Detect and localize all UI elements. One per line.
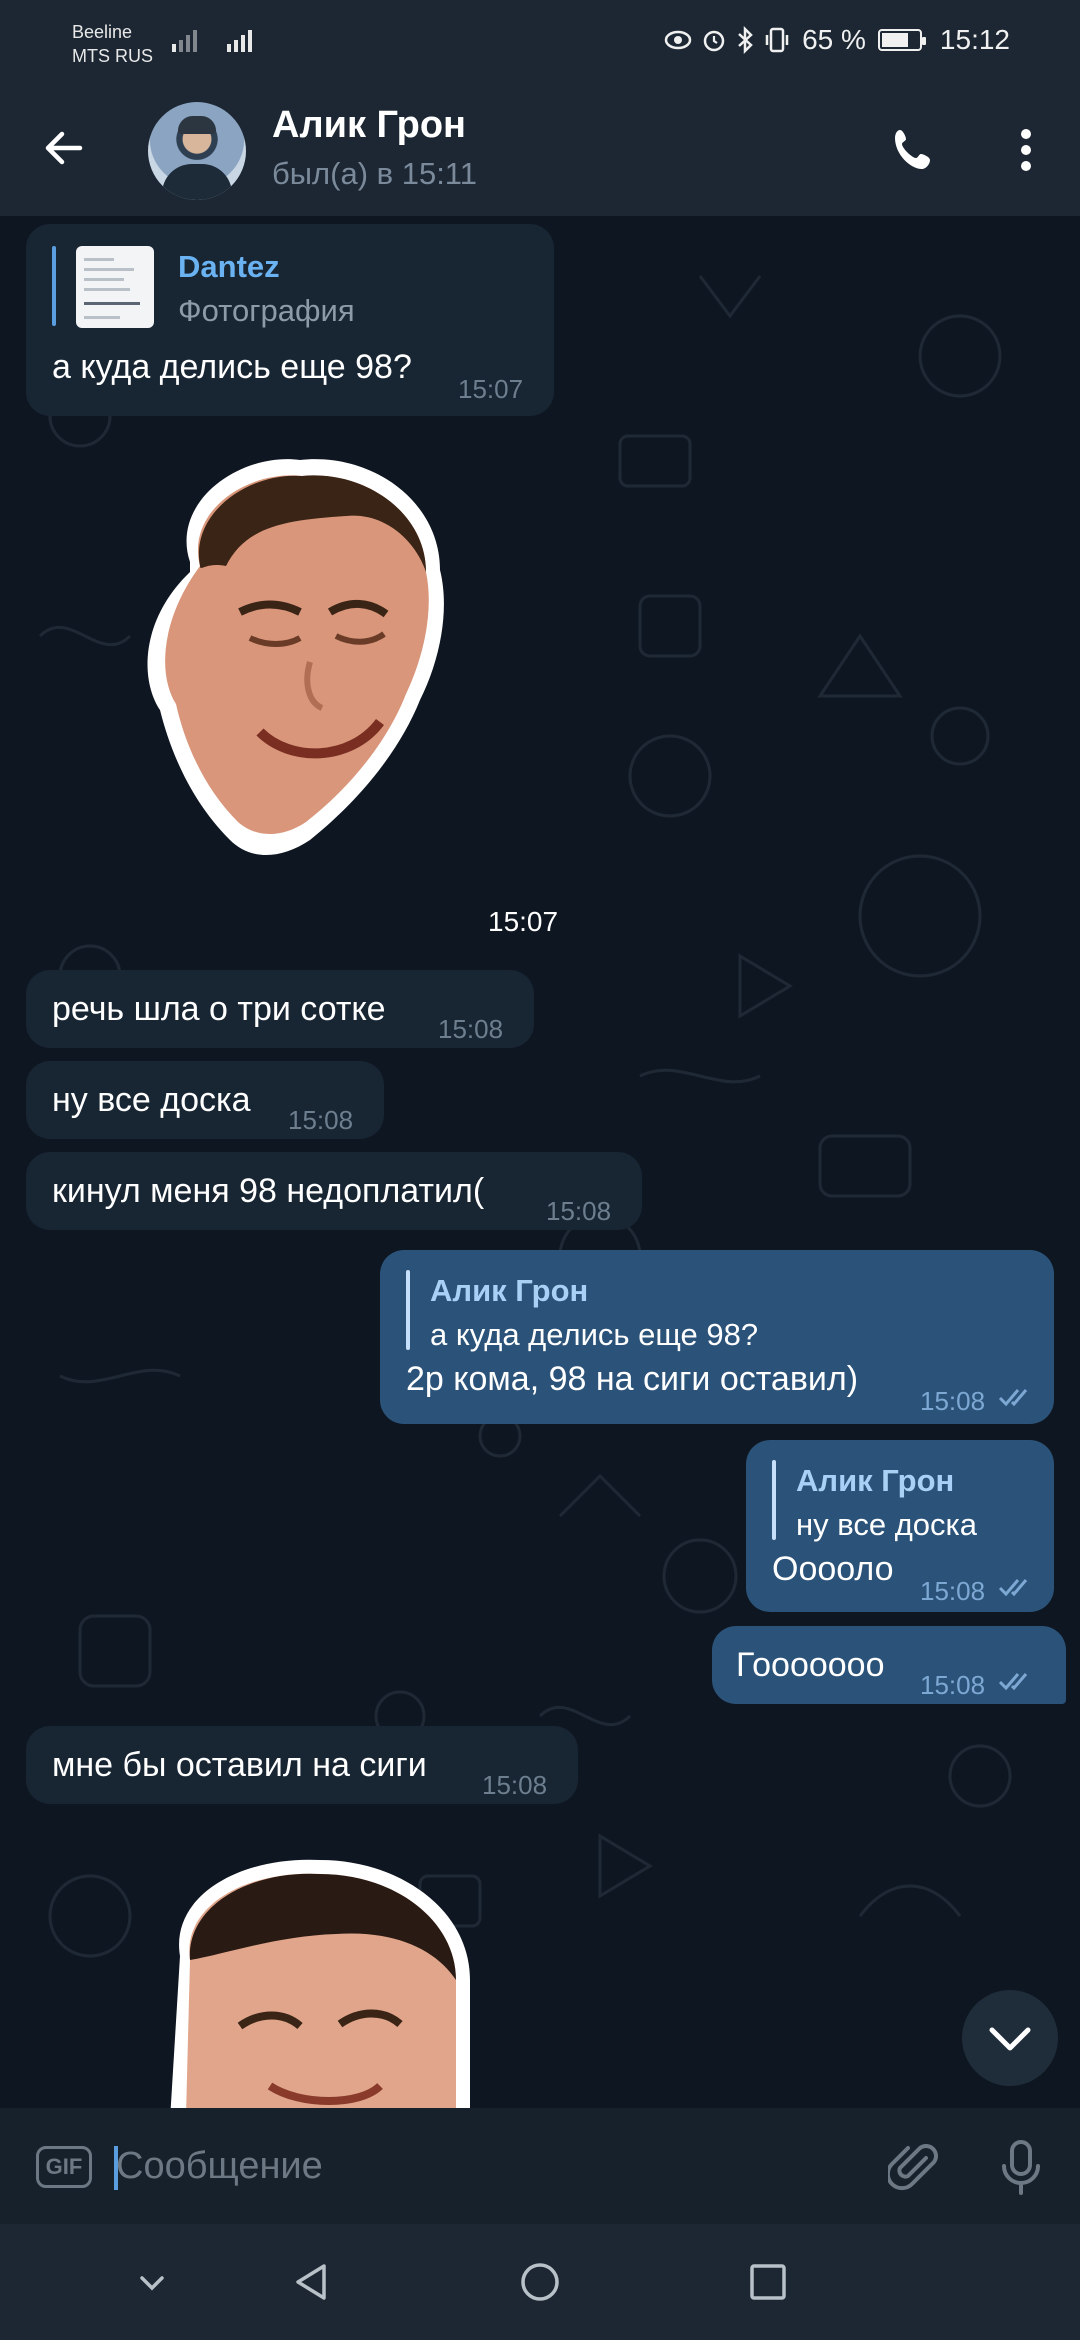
reply-bar: [772, 1460, 776, 1540]
nav-home-icon[interactable]: [512, 2254, 568, 2310]
message-time: 15:08: [920, 1386, 986, 1416]
back-arrow-icon[interactable]: [36, 120, 92, 176]
incoming-message-2[interactable]: речь шла о три сотке 15:08: [26, 970, 534, 1048]
chat-header: Алик Грон был(а) в 15:11: [0, 84, 1080, 216]
reply-sender: Dantez: [178, 249, 280, 284]
message-time: 15:08: [546, 1196, 612, 1226]
scroll-to-bottom-button[interactable]: [962, 1990, 1058, 2086]
system-navigation-bar: [0, 2224, 1080, 2340]
battery-percent: 65 %: [802, 24, 866, 55]
message-text: Гооооооо: [736, 1646, 885, 1684]
outgoing-message-3[interactable]: Гооооооо 15:08: [712, 1626, 1066, 1704]
alarm-icon: [703, 30, 725, 52]
reply-photo-thumbnail: [76, 246, 154, 328]
incoming-message-4[interactable]: кинул меня 98 недоплатил( 15:08: [26, 1152, 642, 1230]
nav-back-icon[interactable]: [284, 2254, 340, 2310]
message-input[interactable]: [116, 2136, 866, 2196]
vibrate-icon: [765, 27, 789, 53]
sticker-face-2[interactable]: [150, 1856, 480, 2108]
reply-bar: [406, 1270, 410, 1350]
chevron-down-icon: [989, 2027, 1031, 2051]
clock: 15:12: [939, 24, 1010, 55]
message-text: ну все доска: [52, 1081, 251, 1119]
status-right: 65 % 15:12: [664, 24, 1010, 56]
sticker-face-1[interactable]: [130, 442, 490, 862]
reply-preview: ну все доска: [796, 1507, 978, 1542]
nav-recents-icon[interactable]: [740, 2254, 796, 2310]
chat-title[interactable]: Алик Грон: [272, 104, 466, 147]
signal-1-icon: [172, 26, 197, 52]
message-time: 15:08: [288, 1105, 354, 1135]
reply-preview: а куда делись еще 98?: [430, 1317, 759, 1352]
nav-hide-keyboard-icon[interactable]: [124, 2254, 180, 2310]
double-check-icon: [998, 1579, 1028, 1597]
message-time: 15:08: [920, 1576, 986, 1606]
phone-icon[interactable]: [886, 122, 942, 178]
message-time: 15:08: [482, 1770, 548, 1800]
eye-icon: [664, 30, 692, 50]
last-seen-status: был(а) в 15:11: [272, 156, 477, 191]
reply-sender: Алик Грон: [430, 1273, 589, 1308]
paperclip-icon[interactable]: [888, 2140, 942, 2194]
avatar[interactable]: [148, 102, 246, 200]
reply-bar: [52, 246, 56, 326]
message-time: 15:07: [458, 374, 524, 404]
status-bar: Beeline MTS RUS 65 % 15:12: [0, 0, 1080, 84]
incoming-message-3[interactable]: ну все доска 15:08: [26, 1061, 384, 1139]
gif-icon[interactable]: GIF: [36, 2146, 92, 2188]
reply-preview: Фотография: [178, 293, 355, 328]
status-icons: [664, 26, 790, 54]
more-vert-icon[interactable]: [1006, 122, 1046, 178]
outgoing-message-1[interactable]: Алик Грон а куда делись еще 98? 2р кома,…: [380, 1250, 1054, 1424]
incoming-message-5[interactable]: мне бы оставил на сиги 15:08: [26, 1726, 578, 1804]
battery-icon: [877, 29, 926, 51]
carrier-2: MTS RUS: [72, 46, 153, 66]
carrier-info: Beeline MTS RUS: [72, 20, 153, 68]
chat-history[interactable]: Dantez Фотография а куда делись еще 98? …: [0, 216, 1080, 2108]
double-check-icon: [998, 1673, 1028, 1691]
double-check-icon: [998, 1389, 1028, 1407]
message-time: 15:08: [920, 1670, 986, 1700]
reply-sender: Алик Грон: [796, 1463, 955, 1498]
message-text: а куда делись еще 98?: [52, 348, 412, 386]
outgoing-message-2[interactable]: Алик Грон ну все доска Ооооло 15:08: [746, 1440, 1054, 1612]
signal-icons: [172, 26, 252, 52]
carrier-1: Beeline: [72, 22, 133, 42]
sticker-time: 15:07: [488, 906, 559, 937]
message-text: мне бы оставил на сиги: [52, 1746, 427, 1784]
message-text: речь шла о три сотке: [52, 990, 386, 1028]
message-text: 2р кома, 98 на сиги оставил): [406, 1360, 859, 1398]
signal-2-icon: [227, 26, 252, 52]
message-composer: GIF: [0, 2108, 1080, 2224]
microphone-icon[interactable]: [994, 2138, 1048, 2196]
message-text: кинул меня 98 недоплатил(: [52, 1172, 485, 1210]
message-time: 15:08: [438, 1014, 504, 1044]
bluetooth-icon: [738, 26, 753, 54]
message-text: Ооооло: [772, 1550, 894, 1588]
incoming-message-1[interactable]: Dantez Фотография а куда делись еще 98? …: [26, 224, 554, 416]
